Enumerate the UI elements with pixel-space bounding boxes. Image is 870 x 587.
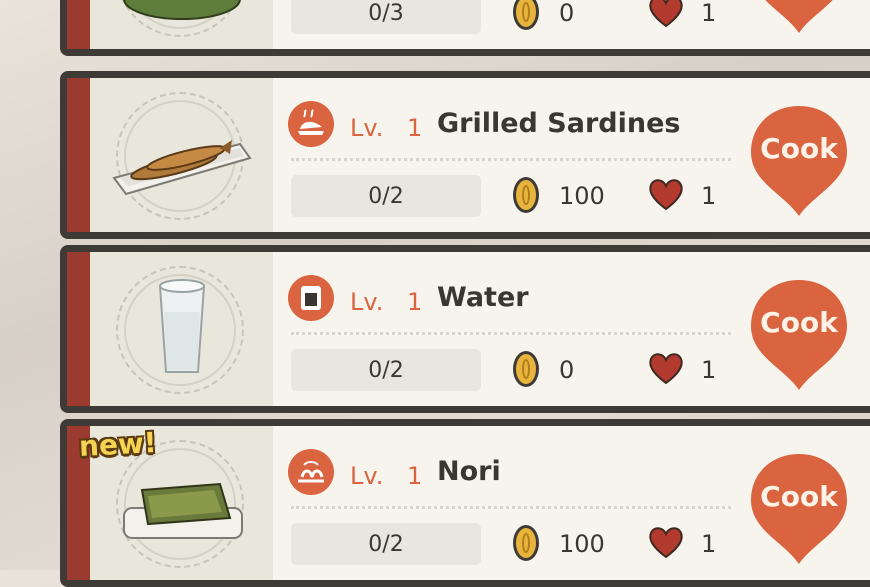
progress-box: 0/2: [291, 523, 481, 565]
coin-icon: [513, 177, 539, 213]
tempura-dish-icon: [123, 0, 241, 20]
heart-value: 1: [701, 356, 717, 384]
cook-label: Cook: [760, 480, 838, 513]
cup-category-icon: [288, 275, 334, 321]
cost-value: 0: [559, 0, 575, 27]
card-stripe: [67, 252, 90, 406]
cook-label: Cook: [760, 306, 838, 339]
seaweed-category-icon: [288, 449, 334, 495]
cost-value: 100: [559, 530, 605, 558]
progress-box: 0/2: [291, 175, 481, 217]
heart-icon: [649, 353, 683, 385]
heart-value: 1: [701, 182, 717, 210]
new-badge: new!: [78, 425, 158, 464]
cook-button[interactable]: Cook: [749, 452, 849, 567]
dish-image-panel: [90, 252, 273, 406]
cook-button[interactable]: Cook: [749, 278, 849, 393]
progress-box: 0/2: [291, 349, 481, 391]
cost-value: 100: [559, 182, 605, 210]
recipe-name: Nori: [437, 456, 501, 487]
divider: [291, 158, 731, 161]
cook-button[interactable]: [749, 0, 849, 36]
water-glass-icon: [158, 279, 206, 373]
level-value: 1: [407, 288, 423, 316]
cook-button[interactable]: Cook: [749, 104, 849, 219]
recipe-card[interactable]: Lv. 1 Water 0/2 0 1 Cook: [60, 245, 870, 413]
cook-label: Cook: [760, 132, 838, 165]
heart-icon: [649, 527, 683, 559]
card-stripe: [67, 78, 90, 232]
coin-icon: [513, 0, 539, 30]
cost-value: 0: [559, 356, 575, 384]
level-value: 1: [407, 462, 423, 490]
card-stripe: [67, 0, 90, 49]
coin-icon: [513, 525, 539, 561]
recipe-name: Water: [437, 282, 529, 313]
divider: [291, 506, 731, 509]
sardines-dish-icon: [112, 140, 252, 196]
progress-box: 0/3: [291, 0, 481, 34]
recipe-list: 0/3 0 1 Lv. 1 Grilled Sardines 0/2 100 1…: [0, 0, 870, 587]
coin-icon: [513, 351, 539, 387]
heart-icon: [649, 0, 683, 28]
level-label: Lv.: [350, 114, 384, 142]
level-label: Lv.: [350, 462, 384, 490]
heart-icon: [649, 179, 683, 211]
recipe-card[interactable]: 0/3 0 1: [60, 0, 870, 56]
grill-category-icon: [288, 101, 334, 147]
divider: [291, 332, 731, 335]
level-label: Lv.: [350, 288, 384, 316]
heart-value: 1: [701, 530, 717, 558]
dish-image-panel: [90, 78, 273, 232]
recipe-card[interactable]: Lv. 1 Grilled Sardines 0/2 100 1 Cook: [60, 71, 870, 239]
dish-image-panel: [90, 0, 273, 49]
level-value: 1: [407, 114, 423, 142]
heart-value: 1: [701, 0, 717, 27]
recipe-card[interactable]: new! Lv. 1 Nori 0/2 100 1 Cook: [60, 419, 870, 587]
recipe-name: Grilled Sardines: [437, 108, 681, 139]
